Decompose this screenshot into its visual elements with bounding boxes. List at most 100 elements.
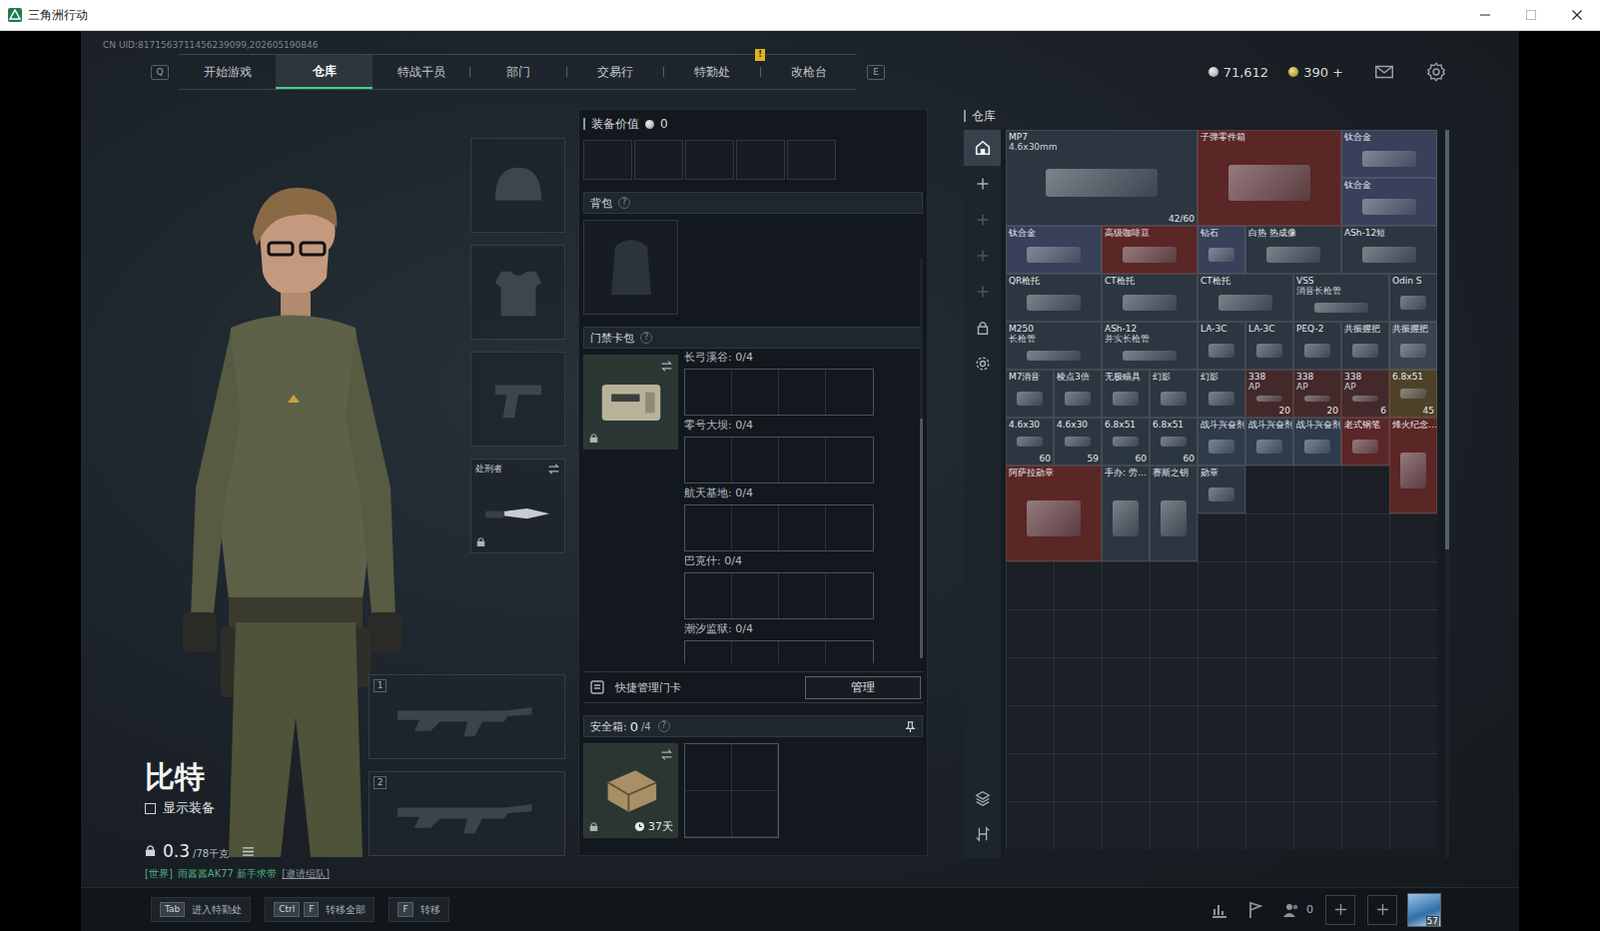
- warehouse-item[interactable]: 338AP20: [1245, 369, 1294, 418]
- nav-tab[interactable]: 部门: [469, 54, 567, 89]
- warehouse-item[interactable]: ASh-12短: [1341, 225, 1438, 274]
- warehouse-tab[interactable]: [963, 201, 1001, 238]
- warehouse-item[interactable]: LA-3C: [1245, 321, 1294, 370]
- safebox-slot[interactable]: 37天: [583, 743, 679, 838]
- pin-icon[interactable]: [904, 721, 916, 733]
- warehouse-tab[interactable]: [963, 273, 1001, 310]
- player-avatar[interactable]: 57: [1407, 892, 1442, 927]
- scrollbar-thumb[interactable]: [1445, 129, 1450, 550]
- keycard-cell[interactable]: [779, 641, 826, 664]
- friends-count[interactable]: 0: [1281, 899, 1314, 920]
- safebox-cell[interactable]: [732, 791, 780, 838]
- key-hint[interactable]: Tab进入特勤处: [150, 896, 251, 922]
- key-hint[interactable]: F转移: [388, 896, 449, 922]
- currency[interactable]: 71,612: [1208, 64, 1270, 80]
- warehouse-item[interactable]: 棱点3倍: [1053, 369, 1102, 418]
- maximize-button[interactable]: [1508, 0, 1555, 30]
- minimize-button[interactable]: [1462, 0, 1509, 30]
- equipment-slot[interactable]: 处刑者: [470, 458, 566, 554]
- pouch-slot[interactable]: [736, 139, 786, 180]
- stats-icon[interactable]: [1209, 899, 1230, 920]
- help-icon[interactable]: ?: [640, 331, 653, 344]
- safebox-cell[interactable]: [685, 744, 733, 792]
- warehouse-item[interactable]: 共振握把: [1389, 321, 1438, 370]
- warehouse-item[interactable]: 手办: 劳…: [1101, 465, 1150, 562]
- keycard-cell[interactable]: [825, 437, 873, 483]
- keycard-cell[interactable]: [825, 369, 873, 415]
- warehouse-tool[interactable]: [963, 780, 1001, 816]
- warehouse-item[interactable]: CT枪托: [1101, 273, 1198, 322]
- help-icon[interactable]: ?: [618, 196, 631, 209]
- manage-button[interactable]: 管理: [804, 676, 921, 700]
- weapon-slot[interactable]: 2: [368, 771, 566, 856]
- equipment-slot[interactable]: [470, 244, 566, 340]
- nav-tab[interactable]: 开始游戏: [178, 54, 276, 89]
- warehouse-item[interactable]: 6.8x5145: [1389, 369, 1438, 418]
- weapon-slot[interactable]: 1: [368, 674, 566, 760]
- warehouse-item[interactable]: MP74.6x30mm42/60: [1005, 129, 1198, 226]
- warehouse-item[interactable]: 战斗兴奋剂: [1245, 417, 1294, 466]
- keycard-cell[interactable]: [825, 573, 873, 619]
- warehouse-item[interactable]: 338AP6: [1341, 369, 1390, 418]
- warehouse-item[interactable]: 子弹零件箱: [1197, 129, 1342, 226]
- key-hint[interactable]: CtrlF转移全部: [264, 896, 375, 922]
- keycard-cell[interactable]: [685, 437, 733, 483]
- swap-icon[interactable]: [660, 748, 674, 762]
- keycard-cell[interactable]: [732, 641, 780, 664]
- safebox-cell[interactable]: [732, 744, 780, 792]
- equipment-slot[interactable]: [470, 137, 566, 233]
- warehouse-item[interactable]: 赛斯之钥: [1149, 465, 1198, 562]
- keycard-cell[interactable]: [685, 505, 733, 551]
- warehouse-item[interactable]: QR枪托: [1005, 273, 1102, 322]
- equipment-slot[interactable]: [470, 351, 566, 447]
- mail-icon[interactable]: [1373, 60, 1396, 83]
- warehouse-item[interactable]: 高级咖啡豆: [1101, 225, 1198, 274]
- flag-icon[interactable]: [1245, 899, 1266, 920]
- warehouse-item[interactable]: 6.8x5160: [1149, 417, 1198, 466]
- keycard-cell[interactable]: [732, 505, 780, 551]
- keycard-holder-slot[interactable]: [583, 354, 679, 450]
- currency[interactable]: 390 +: [1288, 64, 1344, 80]
- keycard-cell[interactable]: [685, 573, 733, 619]
- warehouse-item[interactable]: 烽火纪念…: [1389, 417, 1438, 514]
- warehouse-item[interactable]: 钛合金: [1341, 129, 1438, 178]
- nav-tab[interactable]: 改枪台: [760, 54, 857, 89]
- warehouse-tab[interactable]: [963, 129, 1001, 166]
- warehouse-item[interactable]: 幻影: [1197, 369, 1246, 418]
- invite-slot[interactable]: [1325, 894, 1356, 925]
- warehouse-item[interactable]: M250长枪管: [1005, 321, 1102, 370]
- scrollbar-thumb[interactable]: [919, 418, 923, 659]
- warehouse-item[interactable]: VSS消音长枪管: [1293, 273, 1390, 322]
- keycard-cell[interactable]: [685, 641, 733, 664]
- warehouse-tool[interactable]: [963, 815, 1001, 852]
- show-equipment-checkbox[interactable]: 显示装备: [144, 799, 369, 817]
- scrollbar[interactable]: [1445, 129, 1450, 858]
- keycard-cell[interactable]: [732, 369, 780, 415]
- invite-slot[interactable]: [1367, 894, 1398, 925]
- warehouse-item[interactable]: LA-3C: [1197, 321, 1246, 370]
- safebox-cell[interactable]: [685, 791, 733, 838]
- pouch-slot[interactable]: [787, 139, 836, 180]
- warehouse-item[interactable]: 共振握把: [1341, 321, 1390, 370]
- keycard-cell[interactable]: [779, 573, 826, 619]
- warehouse-item[interactable]: CT枪托: [1197, 273, 1294, 322]
- keycard-cell[interactable]: [732, 573, 780, 619]
- warehouse-item[interactable]: 老式钢笔: [1341, 417, 1390, 466]
- nav-tab[interactable]: 仓库: [275, 54, 373, 89]
- warehouse-tab[interactable]: [963, 165, 1001, 202]
- close-button[interactable]: [1554, 0, 1600, 30]
- keycard-cell[interactable]: [825, 505, 873, 551]
- keycard-cell[interactable]: [732, 437, 780, 483]
- pouch-slot[interactable]: [583, 139, 633, 180]
- checkbox-box[interactable]: [144, 802, 156, 814]
- keycard-cell[interactable]: [825, 641, 873, 664]
- warehouse-item[interactable]: 战斗兴奋剂: [1293, 417, 1342, 466]
- keycard-cell[interactable]: [685, 369, 733, 415]
- backpack-slot[interactable]: [583, 219, 679, 315]
- warehouse-item[interactable]: 阿萨拉勋章: [1005, 465, 1102, 562]
- swap-icon[interactable]: [547, 462, 561, 476]
- warehouse-item[interactable]: 钛合金: [1005, 225, 1102, 274]
- pouch-slot[interactable]: [685, 139, 735, 180]
- warehouse-item[interactable]: 4.6x3059: [1053, 417, 1102, 466]
- gear-icon[interactable]: [1425, 60, 1448, 83]
